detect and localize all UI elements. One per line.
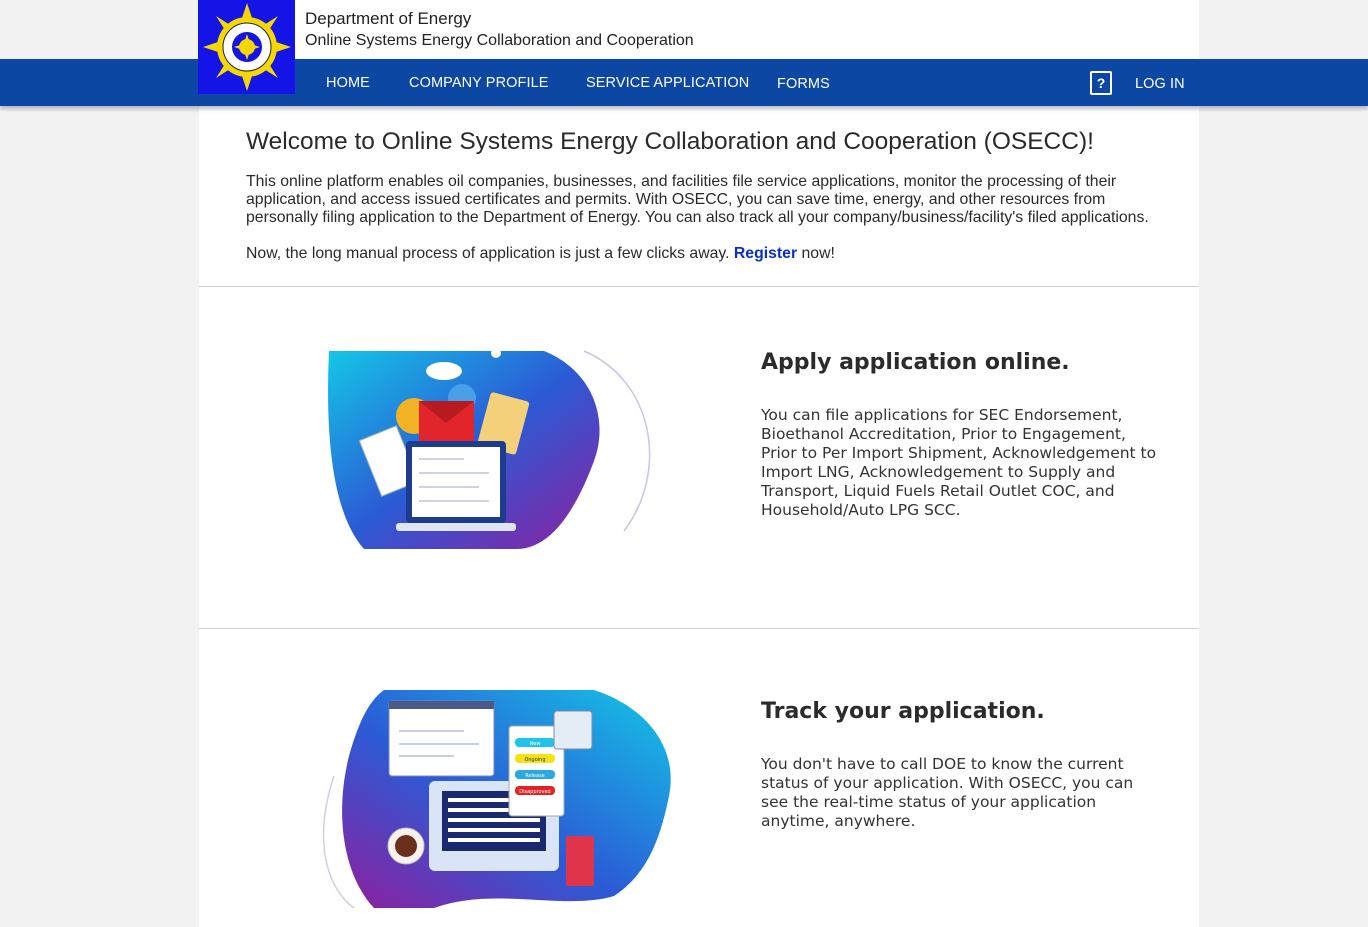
main-content: Welcome to Online Systems Energy Collabo…	[199, 106, 1199, 927]
register-link[interactable]: Register	[734, 245, 797, 262]
section-divider	[199, 628, 1199, 629]
cta-text-end: now!	[797, 245, 835, 262]
nav-service-application[interactable]: SERVICE APPLICATION	[586, 75, 749, 91]
help-icon[interactable]: ?	[1090, 71, 1112, 95]
nav-home[interactable]: HOME	[326, 75, 370, 91]
org-subtitle: Online Systems Energy Collaboration and …	[305, 32, 694, 49]
status-disapproved: Disapproved	[519, 789, 550, 795]
feature-track-title: Track your application.	[761, 699, 1045, 724]
status-ongoing: Ongoing	[524, 757, 545, 763]
intro-paragraph: This online platform enables oil compani…	[246, 173, 1149, 226]
sun-seal-icon	[202, 3, 291, 91]
section-divider	[199, 286, 1199, 287]
feature-apply-title: Apply application online.	[761, 350, 1070, 375]
status-new: New	[530, 741, 541, 747]
doe-seal-logo[interactable]	[198, 0, 295, 94]
nav-forms[interactable]: FORMS	[777, 76, 830, 92]
feature-track-text: You don't have to call DOE to know the c…	[761, 755, 1134, 830]
track-application-illustration: New Ongoing Release Disapproved	[322, 690, 671, 909]
welcome-title: Welcome to Online Systems Energy Collabo…	[246, 128, 1094, 155]
cta-text: Now, the long manual process of applicat…	[246, 245, 734, 262]
login-link[interactable]: LOG IN	[1135, 76, 1185, 92]
apply-online-illustration	[328, 348, 651, 550]
org-name: Department of Energy	[305, 9, 472, 28]
register-call-to-action: Now, the long manual process of applicat…	[246, 245, 835, 263]
status-release: Release	[525, 773, 545, 779]
feature-apply-text: You can file applications for SEC Endors…	[761, 406, 1157, 519]
nav-company-profile[interactable]: COMPANY PROFILE	[409, 75, 549, 91]
